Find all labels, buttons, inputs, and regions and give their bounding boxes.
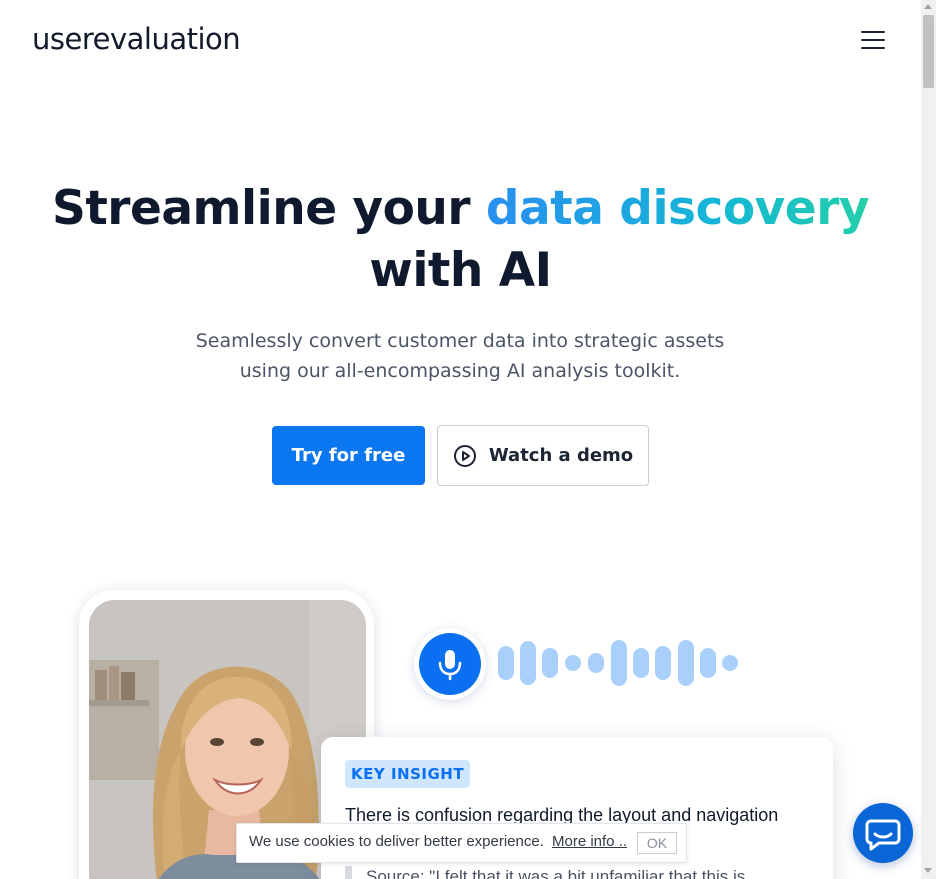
hero-title-prefix: Streamline your (51, 181, 486, 236)
chat-bubble-icon (865, 819, 901, 851)
scroll-thumb[interactable] (923, 15, 934, 88)
cookie-more-info-link[interactable]: More info .. (552, 833, 627, 850)
menu-line (861, 47, 885, 49)
hero-title: Streamline your data discovery with AI (0, 178, 921, 302)
page: userevaluation Streamline your data disc… (0, 0, 921, 879)
scroll-down-arrow-icon[interactable] (924, 868, 932, 873)
hero-title-suffix: with AI (369, 243, 552, 298)
key-insight-badge: KEY INSIGHT (345, 760, 471, 788)
scroll-up-arrow-icon[interactable] (924, 4, 932, 9)
hero-subtitle: Seamlessly convert customer data into st… (195, 330, 725, 382)
audio-waveform-icon (498, 640, 738, 686)
quote-bar (345, 866, 352, 879)
try-for-free-button[interactable]: Try for free (272, 426, 425, 485)
page-scrollbar[interactable] (921, 0, 936, 879)
menu-line (861, 31, 885, 33)
hero-title-highlight: data discovery (485, 181, 870, 236)
watch-demo-button[interactable]: Watch a demo (437, 425, 649, 486)
chat-button[interactable] (853, 803, 913, 863)
insight-quote: Source: "I felt that it was a bit unfami… (366, 867, 746, 879)
watch-demo-label: Watch a demo (488, 445, 634, 466)
hamburger-menu-icon[interactable] (856, 24, 890, 56)
microphone-button[interactable] (419, 633, 481, 695)
cookie-text: We use cookies to deliver better experie… (249, 833, 544, 850)
microphone-icon (438, 650, 462, 681)
menu-line (861, 39, 885, 41)
cookie-ok-button[interactable]: OK (637, 832, 677, 854)
logo[interactable]: userevaluation (32, 22, 241, 56)
play-circle-icon (453, 444, 476, 467)
